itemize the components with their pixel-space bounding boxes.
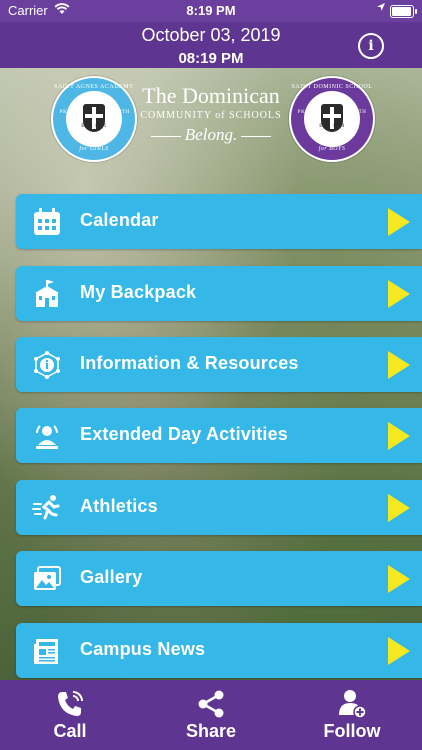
- info-network-icon: [32, 350, 64, 380]
- follow-user-icon: [336, 688, 368, 720]
- brand-title: The Dominican: [142, 83, 280, 108]
- runner-icon: [32, 493, 64, 523]
- menu-item-label: Athletics: [80, 496, 158, 516]
- chevron-right-icon: [388, 280, 410, 308]
- tab-label: Share: [185, 721, 237, 741]
- brand-tagline: Belong.: [135, 125, 287, 145]
- info-icon[interactable]: i: [358, 33, 384, 59]
- menu-item-athletics[interactable]: Athletics: [16, 480, 422, 535]
- tab-follow[interactable]: Follow: [282, 680, 422, 750]
- menu-item-label: My Backpack: [80, 282, 197, 302]
- menu-item-my-backpack[interactable]: My Backpack: [16, 266, 422, 321]
- school-icon: [32, 279, 64, 309]
- menu-item-gallery[interactable]: Gallery: [16, 551, 422, 606]
- current-time: 08:19 PM: [178, 50, 244, 67]
- tab-call[interactable]: Call: [0, 680, 140, 750]
- menu-item-calendar[interactable]: Calendar: [16, 194, 422, 249]
- seal-top-text: SAINT AGNES ACADEMY: [54, 84, 134, 90]
- chevron-right-icon: [388, 565, 410, 593]
- seal-grade-right: 12TH: [116, 110, 130, 115]
- seal-inner: [66, 91, 122, 147]
- status-bar: Carrier 8:19 PM: [0, 0, 422, 22]
- share-icon: [195, 688, 227, 720]
- seal-grade-left: PK2: [59, 110, 71, 115]
- gallery-icon: [32, 564, 64, 594]
- phone-icon: [54, 688, 86, 720]
- saint-dominic-school-seal: SAINT DOMINIC SCHOOL PK2 8TH EST. 1954 f…: [289, 76, 375, 162]
- tab-share[interactable]: Share: [141, 680, 281, 750]
- seal-bottom-text: for GIRLS: [79, 146, 109, 152]
- chevron-right-icon: [388, 494, 410, 522]
- seal-top-text: SAINT DOMINIC SCHOOL: [291, 84, 373, 90]
- menu-item-campus-news[interactable]: Campus News: [16, 623, 422, 678]
- seal-est: EST. 1954: [319, 124, 345, 129]
- seal-est: EST. 1851: [81, 124, 107, 129]
- menu-item-label: Information & Resources: [80, 353, 299, 373]
- menu-item-extended-day-activities[interactable]: Extended Day Activities: [16, 408, 422, 463]
- date-header: October 03, 2019 08:19 PM i: [0, 22, 422, 68]
- brand-tagline-text: Belong.: [184, 125, 238, 144]
- location-arrow-icon: [376, 2, 386, 15]
- bottom-tab-bar: Call Share Follow: [0, 680, 422, 750]
- seal-grade-right: 8TH: [355, 110, 367, 115]
- chevron-right-icon: [388, 422, 410, 450]
- menu-item-information-resources[interactable]: Information & Resources: [16, 337, 422, 392]
- seal-grade-left: PK2: [297, 110, 309, 115]
- menu-item-label: Gallery: [80, 567, 143, 587]
- battery-icon: [390, 5, 417, 18]
- status-time: 8:19 PM: [186, 3, 236, 18]
- menu-item-label: Campus News: [80, 639, 206, 659]
- seal-inner: [304, 91, 360, 147]
- newspaper-icon: [32, 636, 64, 666]
- menu-item-label: Calendar: [80, 210, 159, 230]
- menu-item-label: Extended Day Activities: [80, 424, 289, 444]
- dominican-community-logo: The Dominican COMMUNITY of SCHOOLS Belon…: [135, 84, 287, 145]
- tab-label: Follow: [323, 721, 381, 741]
- chevron-right-icon: [388, 351, 410, 379]
- person-activity-icon: [32, 421, 64, 451]
- tab-label: Call: [53, 721, 87, 741]
- seal-bottom-text: for BOYS: [318, 146, 346, 152]
- calendar-icon: [32, 207, 64, 237]
- chevron-right-icon: [388, 208, 410, 236]
- saint-agnes-academy-seal: SAINT AGNES ACADEMY PK2 12TH EST. 1851 f…: [51, 76, 137, 162]
- chevron-right-icon: [388, 637, 410, 665]
- brand-subtitle: COMMUNITY of SCHOOLS: [140, 110, 282, 121]
